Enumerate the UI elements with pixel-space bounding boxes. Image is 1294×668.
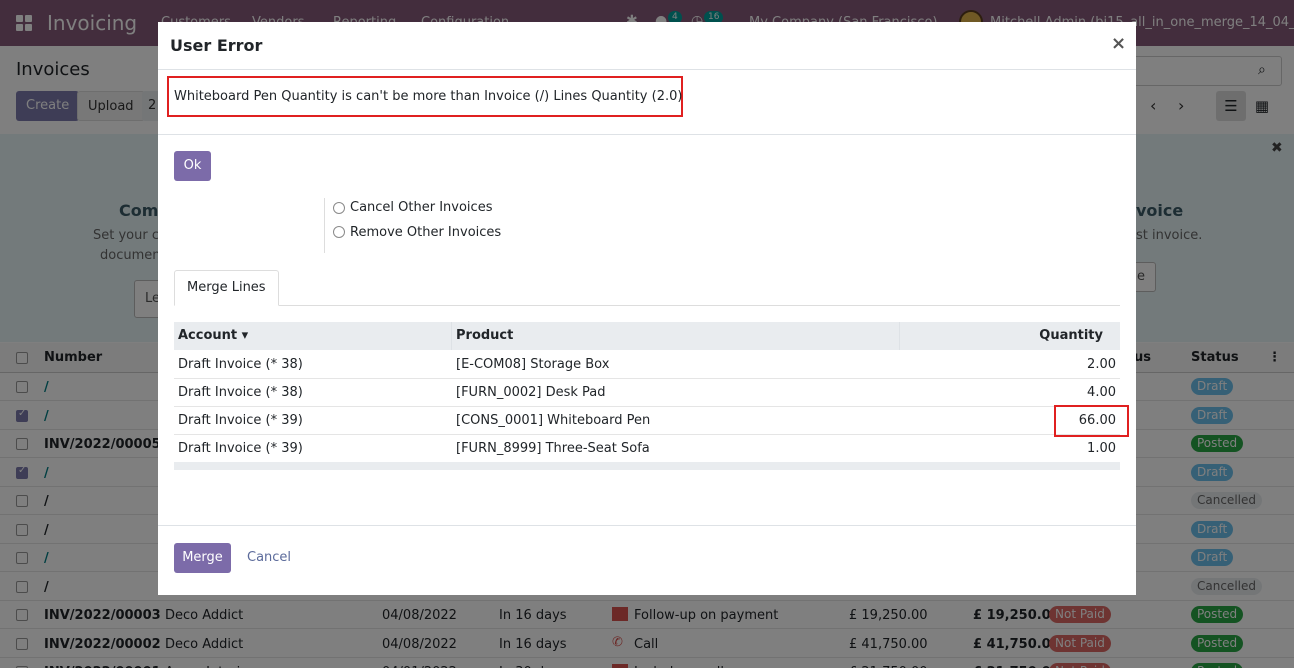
table-footer bbox=[174, 462, 1120, 470]
error-title: User Error bbox=[170, 36, 263, 55]
line-quantity[interactable]: 2.00 bbox=[1087, 357, 1116, 372]
error-dialog-header: User Error × bbox=[158, 22, 1136, 70]
radio-cancel-other[interactable] bbox=[333, 202, 345, 214]
col-product[interactable]: Product bbox=[452, 322, 900, 350]
cancel-button[interactable]: Cancel bbox=[247, 550, 291, 565]
error-message: Whiteboard Pen Quantity is can't be more… bbox=[174, 89, 683, 104]
option-cancel-other[interactable]: Cancel Other Invoices bbox=[350, 200, 492, 215]
line-account: Draft Invoice (* 38) bbox=[178, 357, 303, 372]
close-icon[interactable]: × bbox=[1111, 33, 1126, 54]
line-quantity[interactable]: 1.00 bbox=[1087, 441, 1116, 456]
line-account: Draft Invoice (* 39) bbox=[178, 413, 303, 428]
divider bbox=[324, 198, 325, 253]
col-account[interactable]: Account ▾ bbox=[174, 322, 452, 350]
quantity-highlight bbox=[1054, 405, 1129, 437]
line-account: Draft Invoice (* 38) bbox=[178, 385, 303, 400]
merge-line-row[interactable]: Draft Invoice (* 39) [CONS_0001] Whiteboa… bbox=[174, 407, 1120, 435]
ok-button[interactable]: Ok bbox=[174, 151, 211, 181]
merge-dialog-footer: Merge Cancel bbox=[158, 525, 1136, 595]
merge-line-row[interactable]: Draft Invoice (* 39) [FURN_8999] Three-Se… bbox=[174, 435, 1120, 463]
user-error-dialog: User Error × Whiteboard Pen Quantity is … bbox=[158, 22, 1136, 197]
sort-down-icon: ▾ bbox=[241, 328, 249, 343]
tab-merge-lines[interactable]: Merge Lines bbox=[174, 270, 279, 306]
option-remove-other[interactable]: Remove Other Invoices bbox=[350, 225, 501, 240]
line-product: [E-COM08] Storage Box bbox=[456, 357, 610, 372]
line-quantity[interactable]: 4.00 bbox=[1087, 385, 1116, 400]
line-product: [FURN_8999] Three-Seat Sofa bbox=[456, 441, 650, 456]
col-quantity[interactable]: Quantity bbox=[900, 322, 1120, 350]
line-product: [CONS_0001] Whiteboard Pen bbox=[456, 413, 651, 428]
line-product: [FURN_0002] Desk Pad bbox=[456, 385, 606, 400]
tab-divider bbox=[174, 305, 1120, 306]
line-account: Draft Invoice (* 39) bbox=[178, 441, 303, 456]
merge-line-row[interactable]: Draft Invoice (* 38) [FURN_0002] Desk Pad… bbox=[174, 379, 1120, 407]
radio-remove-other[interactable] bbox=[333, 226, 345, 238]
error-dialog-body: Whiteboard Pen Quantity is can't be more… bbox=[158, 70, 1136, 135]
merge-line-row[interactable]: Draft Invoice (* 38) [E-COM08] Storage Bo… bbox=[174, 351, 1120, 379]
merge-button[interactable]: Merge bbox=[174, 543, 231, 573]
